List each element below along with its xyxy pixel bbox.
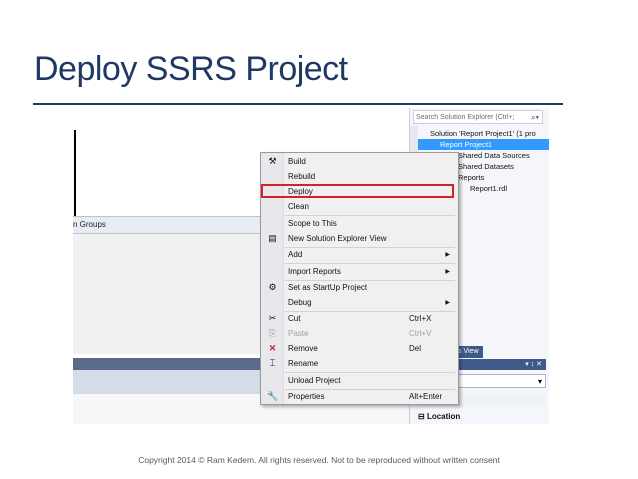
search-input[interactable]: Search Solution Explorer (Ctrl+; ⌕▾: [413, 110, 543, 124]
menu-item-add[interactable]: Add ▶: [261, 248, 458, 262]
menu-item-build[interactable]: ⚒ Build: [261, 155, 458, 169]
rename-icon: ⌶: [269, 358, 276, 368]
submenu-arrow-icon: ▶: [445, 300, 450, 306]
search-placeholder: Search Solution Explorer (Ctrl+;: [416, 114, 515, 121]
menu-item-clean[interactable]: Clean: [261, 200, 458, 214]
submenu-arrow-icon: ▶: [445, 252, 450, 258]
tree-item-solution[interactable]: Solution 'Report Project1' (1 pro: [420, 128, 549, 139]
menu-separator: [285, 372, 455, 373]
menu-item-import-reports[interactable]: Import Reports ▶: [261, 265, 458, 279]
chevron-down-icon[interactable]: ▾: [538, 375, 542, 389]
canvas-edge: [74, 130, 76, 230]
menu-item-debug[interactable]: Debug ▶: [261, 296, 458, 310]
paste-icon: ⎘: [268, 328, 277, 338]
menu-item-remove[interactable]: ✕ Remove Del: [261, 342, 458, 356]
tree-item-project[interactable]: Report Project1: [418, 139, 549, 150]
menu-item-set-startup-project[interactable]: ⚙ Set as StartUp Project: [261, 281, 458, 295]
submenu-arrow-icon: ▶: [445, 269, 450, 275]
remove-icon: ✕: [268, 343, 277, 353]
copyright-footer: Copyright 2014 © Ram Kedem. All rights r…: [138, 455, 500, 465]
deploy-highlight-box: [261, 184, 454, 198]
search-icon[interactable]: ⌕▾: [531, 111, 539, 123]
build-icon: ⚒: [268, 156, 277, 166]
context-menu: ⚒ Build Rebuild Deploy Clean Scope to Th…: [260, 152, 459, 405]
groups-pane: [73, 234, 263, 354]
groups-label: n Groups: [73, 220, 106, 229]
menu-item-new-solution-explorer-view[interactable]: ▤ New Solution Explorer View: [261, 232, 458, 246]
title-rule: [33, 103, 563, 105]
new-view-icon: ▤: [268, 233, 277, 243]
gear-icon: ⚙: [268, 282, 277, 292]
slide-title: Deploy SSRS Project: [34, 50, 348, 88]
properties-category-location[interactable]: ⊟ Location: [418, 412, 460, 421]
wrench-icon: 🔧: [267, 391, 279, 401]
groups-pane-header: n Groups: [73, 216, 261, 234]
collapse-icon[interactable]: ⊟: [418, 412, 425, 421]
menu-separator: [285, 215, 455, 216]
report-canvas: [73, 130, 240, 230]
menu-item-paste[interactable]: ⎘ Paste Ctrl+V: [261, 327, 458, 341]
menu-item-properties[interactable]: 🔧 Properties Alt+Enter: [261, 390, 458, 404]
menu-separator: [285, 263, 455, 264]
menu-item-rename[interactable]: ⌶ Rename: [261, 357, 458, 371]
scissors-icon: ✂: [268, 313, 277, 323]
menu-item-cut[interactable]: ✂ Cut Ctrl+X: [261, 312, 458, 326]
menu-item-scope-to-this[interactable]: Scope to This: [261, 217, 458, 231]
menu-item-rebuild[interactable]: Rebuild: [261, 170, 458, 184]
menu-item-unload-project[interactable]: Unload Project: [261, 374, 458, 388]
pin-icon[interactable]: ▾ ↕ ✕: [525, 361, 542, 368]
